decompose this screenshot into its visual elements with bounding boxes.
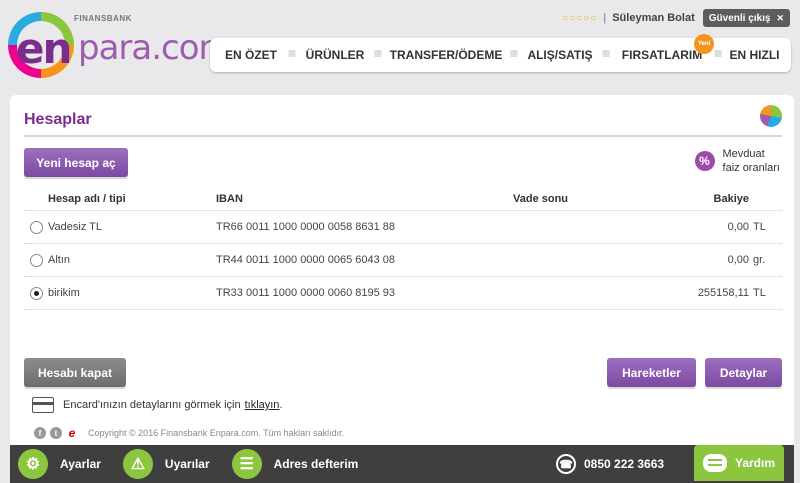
address-book-button[interactable]: ☰ Adres defterim (231, 445, 359, 483)
table-header: Hesap adı / tipi IBAN Vade sonu Bakiye (24, 187, 782, 211)
header-balance: Bakiye (713, 192, 749, 205)
movements-button[interactable]: Hareketler (607, 358, 696, 387)
user-area: ○○○○○ | Süleyman Bolat Güvenli çıkış ✕ (562, 8, 790, 28)
table-row[interactable]: Altın TR44 0011 1000 0000 0065 6043 08 0… (24, 244, 782, 277)
percent-icon: % (694, 151, 715, 171)
nav-en-hizli[interactable]: EN HIZLI (718, 38, 791, 72)
main-nav: EN ÖZET ÜRÜNLER TRANSFER/ÖDEME ALIŞ/SATI… (210, 34, 791, 72)
rates-text: Mevduat faiz oranları (723, 147, 780, 175)
facebook-icon[interactable]: f (34, 427, 46, 439)
details-button[interactable]: Detaylar (705, 358, 782, 387)
table-row[interactable]: birikim TR33 0011 1000 0000 0060 8195 93… (24, 277, 782, 310)
nav-label: TRANSFER/ÖDEME (389, 48, 503, 62)
nav-label: FIRSATLARIM (621, 48, 703, 62)
title-divider (24, 135, 782, 137)
nav-firsatlarim[interactable]: FIRSATLARIM Yeni (606, 34, 718, 72)
row-iban: TR66 0011 1000 0000 0058 8631 88 (216, 221, 396, 233)
nav-en-ozet[interactable]: EN ÖZET (210, 38, 292, 72)
deposit-rates-link[interactable]: % Mevduat faiz oranları (694, 147, 780, 175)
credit-card-icon (32, 397, 54, 413)
gear-icon: ⚙ (18, 449, 48, 479)
row-name: Altın (48, 254, 71, 266)
user-name: Süleyman Bolat (612, 12, 695, 24)
pie-chart-icon[interactable] (760, 105, 782, 127)
address-book-icon: ☰ (231, 449, 262, 479)
rating-stars-icon: ○○○○○ (562, 12, 598, 24)
nav-label: ÜRÜNLER (305, 48, 365, 62)
phone-text: 0850 222 3663 (584, 457, 665, 471)
row-balance: 255158,11 (697, 287, 749, 299)
encard-info: Encard'ınızın detaylarını görmek için tı… (32, 397, 283, 413)
warning-icon: ⚠ (122, 449, 153, 479)
finansbank-label: FINANSBANK (74, 14, 132, 23)
settings-label: Ayarlar (60, 457, 101, 471)
help-label: Yardım (734, 456, 776, 470)
encard-link[interactable]: tıklayın (245, 399, 280, 411)
copyright-text: Copyright © 2016 Finansbank Enpara.com. … (88, 428, 345, 438)
twitter-icon[interactable]: t (50, 427, 62, 439)
logout-label: Güvenli çıkış (708, 12, 771, 24)
header-iban: IBAN (216, 192, 243, 205)
row-radio[interactable] (29, 253, 43, 267)
bottom-bar: ⚙ Ayarlar ⚠ Uyarılar ☰ Adres defterim ☎ … (10, 445, 794, 483)
nav-transfer-odeme[interactable]: TRANSFER/ÖDEME (378, 38, 514, 72)
accounts-table: Hesap adı / tipi IBAN Vade sonu Bakiye V… (24, 187, 782, 310)
alerts-button[interactable]: ⚠ Uyarılar (122, 445, 210, 483)
logout-button[interactable]: Güvenli çıkış ✕ (702, 9, 790, 27)
phone-number: ☎ 0850 222 3663 (556, 445, 664, 483)
close-account-button[interactable]: Hesabı kapat (24, 358, 126, 387)
page-title: Hesaplar (24, 111, 92, 128)
logo-para-text: para.com (78, 28, 232, 68)
close-icon: ✕ (776, 12, 784, 23)
row-radio-selected[interactable] (29, 286, 43, 300)
settings-button[interactable]: ⚙ Ayarlar (18, 445, 101, 483)
row-radio[interactable] (29, 220, 43, 234)
alerts-label: Uyarılar (164, 457, 210, 471)
rates-line-2: faiz oranları (722, 162, 780, 174)
row-balance: 0,00 (727, 221, 749, 233)
accounts-panel: Hesaplar Yeni hesap aç % Mevduat faiz or… (10, 95, 794, 445)
chat-bubble-icon (702, 454, 727, 472)
help-button[interactable]: Yardım (694, 445, 784, 481)
row-iban: TR33 0011 1000 0000 0060 8195 93 (216, 287, 396, 299)
phone-icon: ☎ (556, 454, 576, 474)
address-book-label: Adres defterim (273, 457, 359, 471)
row-currency: gr. (753, 254, 766, 266)
row-name: birikim (48, 287, 80, 299)
user-separator: | (603, 12, 607, 24)
table-row[interactable]: Vadesiz TL TR66 0011 1000 0000 0058 8631… (24, 211, 782, 244)
rates-line-1: Mevduat (722, 148, 765, 160)
enpara-e-icon[interactable]: e (66, 426, 78, 440)
enpara-logo[interactable]: en para.com FINANSBANK (8, 10, 232, 78)
row-balance: 0,00 (727, 254, 749, 266)
header-vade: Vade sonu (513, 192, 569, 205)
header-name: Hesap adı / tipi (48, 192, 126, 205)
new-account-button[interactable]: Yeni hesap aç (24, 148, 128, 177)
row-name: Vadesiz TL (48, 221, 103, 233)
social-footer: f t e Copyright © 2016 Finansbank Enpara… (34, 426, 345, 440)
row-currency: TL (753, 221, 766, 233)
logo-en-text: en (16, 24, 72, 73)
nav-label: EN HIZLI (729, 48, 780, 62)
nav-label: ALIŞ/SATIŞ (527, 48, 593, 62)
encard-suffix: . (279, 399, 283, 411)
nav-urunler[interactable]: ÜRÜNLER (292, 38, 378, 72)
new-badge: Yeni (694, 34, 714, 54)
nav-label: EN ÖZET (224, 48, 277, 62)
row-currency: TL (753, 287, 766, 299)
nav-alis-satis[interactable]: ALIŞ/SATIŞ (514, 38, 606, 72)
row-iban: TR44 0011 1000 0000 0065 6043 08 (216, 254, 396, 266)
encard-text: Encard'ınızın detaylarını görmek için (63, 399, 241, 411)
